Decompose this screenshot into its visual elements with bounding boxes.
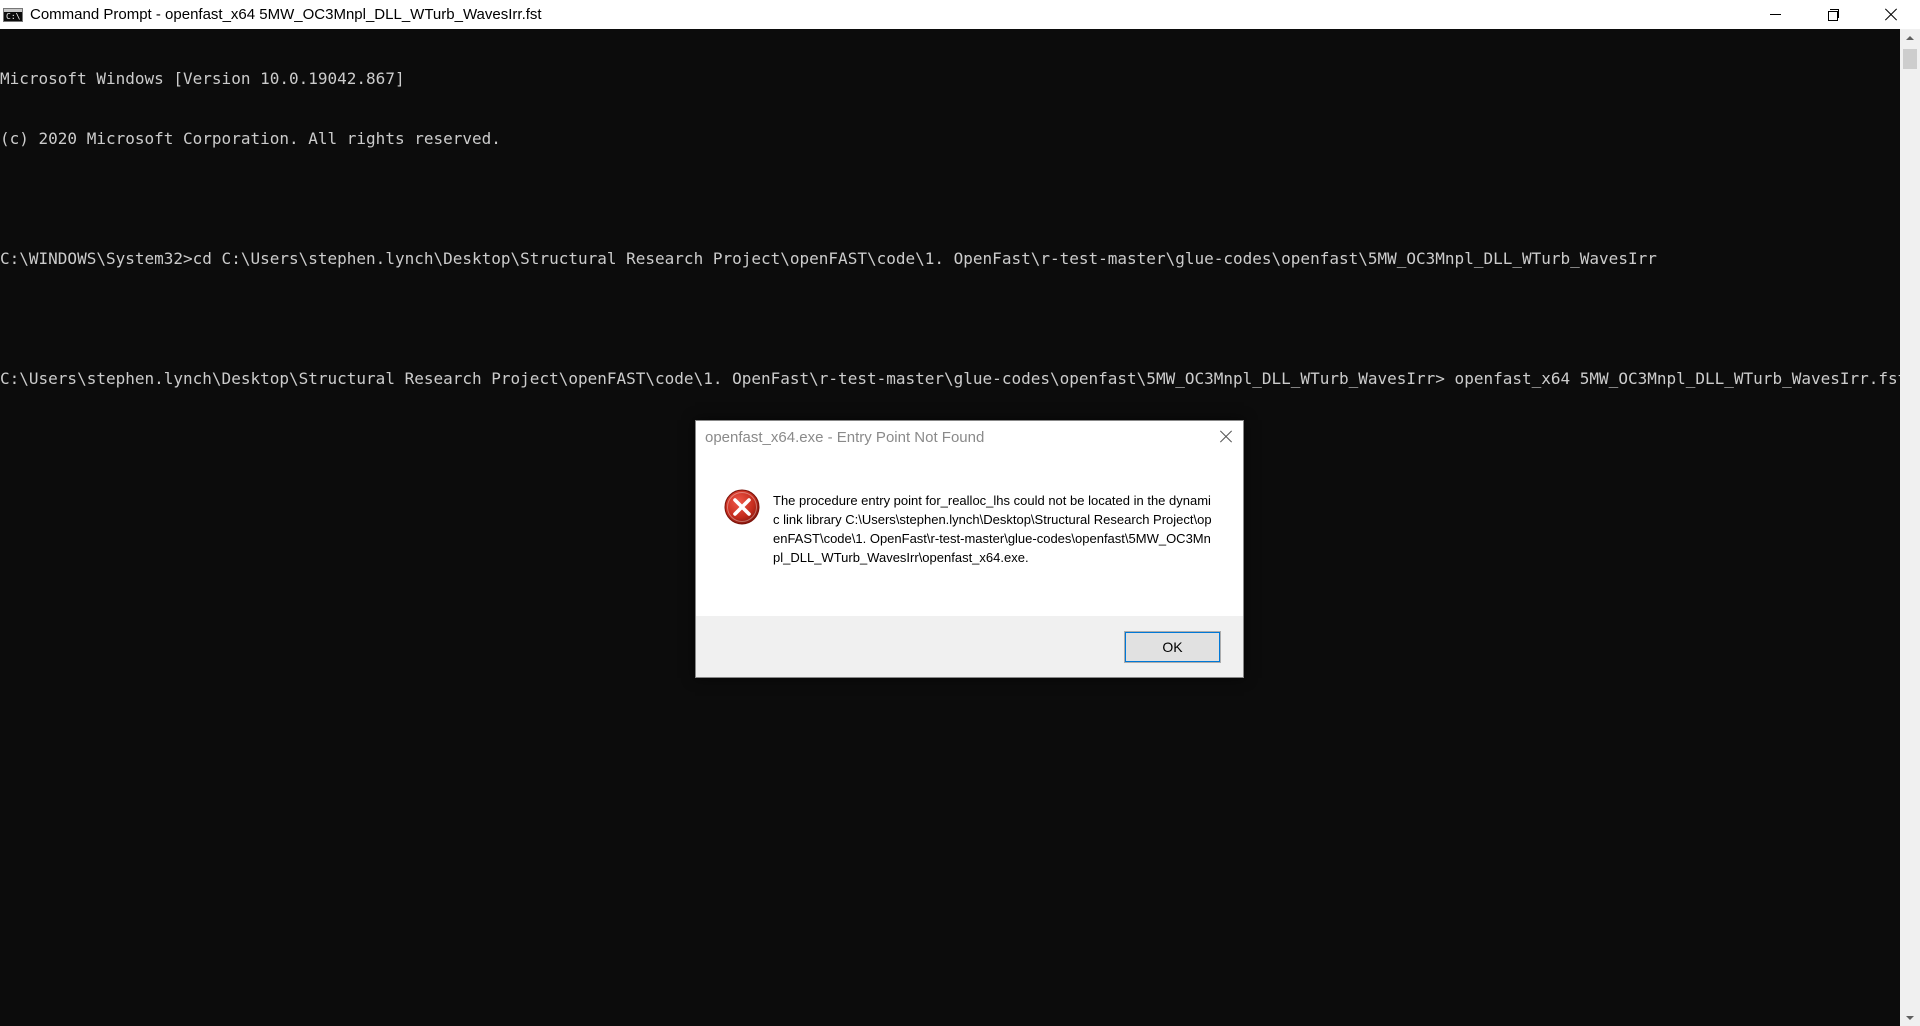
error-icon xyxy=(724,489,760,525)
scroll-down-button[interactable] xyxy=(1900,1009,1920,1026)
close-window-button[interactable] xyxy=(1862,0,1920,29)
command-prompt-window: C:\ Command Prompt - openfast_x64 5MW_OC… xyxy=(0,0,1920,1026)
vertical-scrollbar[interactable] xyxy=(1900,29,1920,1026)
close-icon xyxy=(1884,8,1898,22)
restore-button[interactable] xyxy=(1804,0,1862,29)
dialog-close-icon[interactable] xyxy=(1219,430,1233,444)
console-line: C:\WINDOWS\System32>cd C:\Users\stephen.… xyxy=(0,249,1657,268)
minimize-icon xyxy=(1769,14,1781,15)
window-title: Command Prompt - openfast_x64 5MW_OC3Mnp… xyxy=(30,6,542,23)
console-line: Microsoft Windows [Version 10.0.19042.86… xyxy=(0,69,405,88)
scroll-up-button[interactable] xyxy=(1900,29,1920,46)
dialog-footer: OK xyxy=(696,616,1243,677)
dialog-title: openfast_x64.exe - Entry Point Not Found xyxy=(705,429,985,446)
ok-button[interactable]: OK xyxy=(1124,631,1221,663)
caption-buttons xyxy=(1746,0,1920,29)
title-bar[interactable]: C:\ Command Prompt - openfast_x64 5MW_OC… xyxy=(0,0,1920,29)
console-line: (c) 2020 Microsoft Corporation. All righ… xyxy=(0,129,501,148)
arrow-up-icon xyxy=(1906,35,1914,40)
console-line: C:\Users\stephen.lynch\Desktop\Structura… xyxy=(0,369,1900,388)
restore-icon xyxy=(1827,9,1839,21)
dialog-message: The procedure entry point for_realloc_lh… xyxy=(773,493,1212,565)
minimize-button[interactable] xyxy=(1746,0,1804,29)
scroll-thumb[interactable] xyxy=(1903,49,1917,69)
arrow-down-icon xyxy=(1906,1015,1914,1020)
cmd-icon: C:\ xyxy=(3,7,23,22)
error-dialog: openfast_x64.exe - Entry Point Not Found… xyxy=(695,420,1244,678)
